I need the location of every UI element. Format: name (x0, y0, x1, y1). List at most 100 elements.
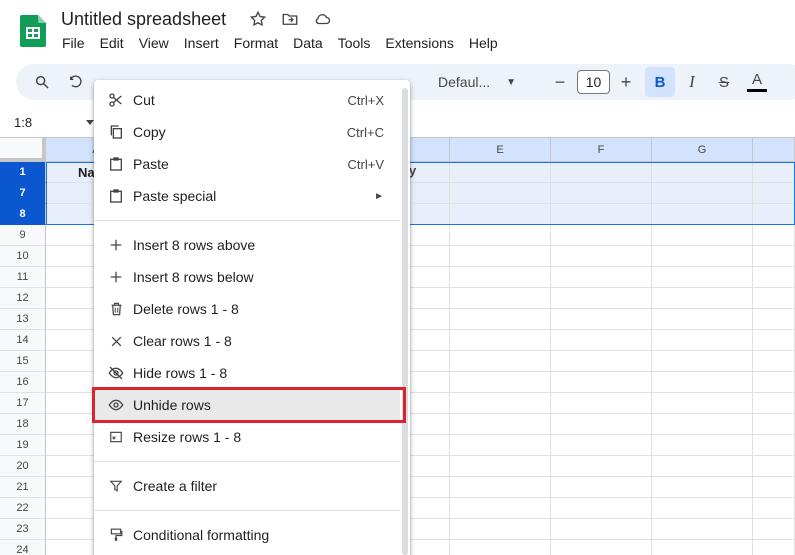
sheets-logo-icon[interactable] (20, 13, 48, 47)
context-menu-scrollbar[interactable] (402, 88, 408, 555)
search-menus-icon[interactable] (30, 64, 54, 100)
grid-cell[interactable] (551, 351, 652, 372)
grid-cell[interactable] (753, 204, 795, 225)
menu-item-delete-rows[interactable]: Delete rows 1 - 8 (94, 293, 400, 325)
column-header-e[interactable]: E (450, 138, 551, 162)
menu-item-create-filter[interactable]: Create a filter (94, 470, 400, 502)
italic-button[interactable]: I (681, 64, 703, 100)
grid-cell[interactable] (753, 519, 795, 540)
grid-cell[interactable] (652, 435, 753, 456)
grid-cell[interactable] (753, 288, 795, 309)
menu-item-paste-special[interactable]: Paste special ► (94, 180, 400, 212)
grid-cell[interactable] (450, 393, 551, 414)
grid-cell[interactable] (551, 246, 652, 267)
grid-cell[interactable] (652, 288, 753, 309)
menu-view[interactable]: View (139, 35, 169, 51)
row-header[interactable]: 12 (0, 288, 46, 309)
strikethrough-button[interactable]: S (713, 64, 735, 100)
grid-cell[interactable] (652, 267, 753, 288)
grid-cell[interactable] (652, 183, 753, 204)
row-header[interactable]: 1 (0, 162, 46, 183)
column-header-h[interactable] (753, 138, 795, 162)
grid-cell[interactable] (753, 540, 795, 555)
grid-cell[interactable] (652, 498, 753, 519)
grid-cell[interactable] (551, 372, 652, 393)
grid-cell[interactable] (753, 372, 795, 393)
grid-cell[interactable] (450, 435, 551, 456)
grid-cell[interactable] (652, 309, 753, 330)
grid-cell[interactable] (551, 330, 652, 351)
grid-cell[interactable] (450, 351, 551, 372)
grid-cell[interactable] (551, 162, 652, 183)
grid-cell[interactable] (450, 519, 551, 540)
grid-cell[interactable] (652, 225, 753, 246)
grid-cell[interactable] (652, 477, 753, 498)
menu-edit[interactable]: Edit (100, 35, 124, 51)
row-header[interactable]: 14 (0, 330, 46, 351)
grid-cell[interactable] (450, 330, 551, 351)
row-header[interactable]: 21 (0, 477, 46, 498)
menu-item-resize-rows[interactable]: Resize rows 1 - 8 (94, 421, 400, 453)
increase-font-size-button[interactable]: + (614, 64, 638, 100)
menu-data[interactable]: Data (293, 35, 323, 51)
row-header[interactable]: 8 (0, 204, 46, 225)
grid-cell[interactable] (652, 162, 753, 183)
grid-cell[interactable] (450, 267, 551, 288)
grid-cell[interactable] (551, 267, 652, 288)
grid-cell[interactable] (450, 456, 551, 477)
row-header[interactable]: 22 (0, 498, 46, 519)
grid-cell[interactable] (450, 162, 551, 183)
grid-cell[interactable] (753, 330, 795, 351)
row-header[interactable]: 11 (0, 267, 46, 288)
column-header-f[interactable]: F (551, 138, 652, 162)
grid-cell[interactable] (551, 435, 652, 456)
grid-cell[interactable] (753, 456, 795, 477)
grid-cell[interactable] (551, 498, 652, 519)
grid-cell[interactable] (652, 204, 753, 225)
menu-format[interactable]: Format (234, 35, 278, 51)
menu-extensions[interactable]: Extensions (385, 35, 453, 51)
menu-item-paste[interactable]: Paste Ctrl+V (94, 148, 400, 180)
grid-cell[interactable] (551, 456, 652, 477)
grid-cell[interactable] (450, 246, 551, 267)
menu-item-unhide-rows[interactable]: Unhide rows (94, 389, 400, 421)
grid-cell[interactable] (753, 498, 795, 519)
grid-cell[interactable] (652, 246, 753, 267)
row-header[interactable]: 10 (0, 246, 46, 267)
font-size-input[interactable]: 10 (577, 70, 610, 94)
grid-cell[interactable] (652, 540, 753, 555)
grid-cell[interactable] (450, 414, 551, 435)
font-family-select[interactable]: Defaul... ▼ (438, 64, 538, 100)
row-header[interactable]: 17 (0, 393, 46, 414)
grid-cell[interactable] (652, 351, 753, 372)
row-header[interactable]: 20 (0, 456, 46, 477)
cloud-status-icon[interactable] (312, 9, 332, 29)
grid-cell[interactable] (753, 183, 795, 204)
text-color-button[interactable]: A (745, 64, 769, 100)
grid-cell[interactable] (551, 519, 652, 540)
menu-tools[interactable]: Tools (338, 35, 371, 51)
menu-file[interactable]: File (62, 35, 85, 51)
row-header[interactable]: 13 (0, 309, 46, 330)
decrease-font-size-button[interactable]: − (548, 64, 572, 100)
grid-cell[interactable] (450, 225, 551, 246)
grid-cell[interactable] (652, 519, 753, 540)
grid-cell[interactable] (551, 414, 652, 435)
grid-cell[interactable] (551, 309, 652, 330)
grid-cell[interactable] (551, 204, 652, 225)
grid-cell[interactable] (551, 477, 652, 498)
document-title[interactable]: Untitled spreadsheet (61, 9, 226, 30)
grid-cell[interactable] (652, 456, 753, 477)
menu-item-copy[interactable]: Copy Ctrl+C (94, 116, 400, 148)
grid-cell[interactable] (551, 393, 652, 414)
grid-cell[interactable] (450, 183, 551, 204)
grid-cell[interactable] (450, 288, 551, 309)
menu-item-clear-rows[interactable]: Clear rows 1 - 8 (94, 325, 400, 357)
row-header[interactable]: 16 (0, 372, 46, 393)
bold-button[interactable]: B (645, 67, 675, 97)
menu-item-insert-rows-below[interactable]: Insert 8 rows below (94, 261, 400, 293)
row-header[interactable]: 7 (0, 183, 46, 204)
star-icon[interactable] (248, 9, 268, 29)
grid-cell[interactable] (753, 393, 795, 414)
grid-cell[interactable] (551, 288, 652, 309)
